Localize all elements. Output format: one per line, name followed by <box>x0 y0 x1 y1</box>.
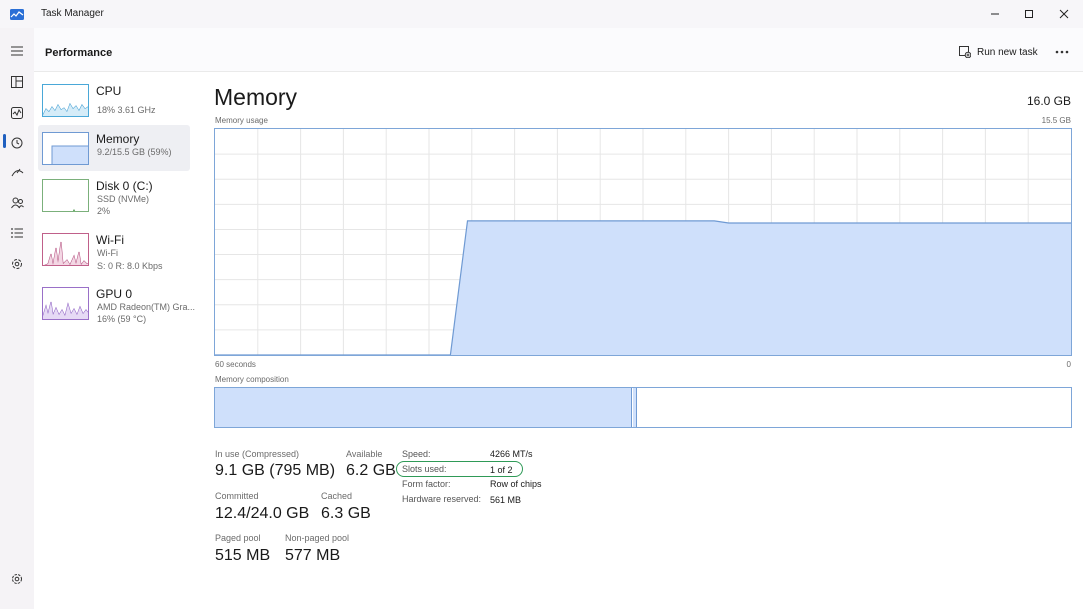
time-axis-start: 60 seconds <box>215 360 256 369</box>
users-icon <box>10 197 24 209</box>
more-options-button[interactable] <box>1051 42 1073 62</box>
maximize-button[interactable] <box>1012 0 1046 28</box>
device-name: CPU <box>96 84 122 98</box>
minimize-button[interactable] <box>978 0 1012 28</box>
memory-usage-chart <box>214 128 1072 356</box>
disk-thumbnail <box>42 179 89 212</box>
run-new-task-button[interactable]: Run new task <box>959 44 1038 60</box>
cached-value: 6.3 GB <box>321 505 371 522</box>
form-factor-label: Form factor: <box>402 479 451 489</box>
memory-composition-bar <box>214 387 1072 428</box>
composition-in-use <box>215 388 632 427</box>
settings-icon <box>12 574 22 584</box>
memory-composition-label: Memory composition <box>215 375 289 384</box>
device-list: CPU 18% 3.61 GHz Memory 9.2/15.5 GB (59%… <box>34 72 195 609</box>
main-title: Memory <box>214 84 298 110</box>
device-stat: AMD Radeon(TM) Gra... <box>97 302 196 312</box>
app-history-icon <box>11 137 23 149</box>
device-stat: 9.2/15.5 GB (59%) <box>97 147 172 157</box>
device-item-wifi[interactable]: Wi-Fi Wi-Fi S: 0 R: 8.0 Kbps <box>38 226 190 272</box>
memory-usage-label: Memory usage <box>215 116 268 125</box>
page-title: Performance <box>45 47 113 59</box>
paged-pool-label: Paged pool <box>215 533 261 543</box>
device-name: Disk 0 (C:) <box>96 179 153 193</box>
rail-item-processes[interactable] <box>0 68 34 96</box>
in-use-value: 9.1 GB (795 MB) <box>215 462 336 479</box>
non-paged-pool-value: 577 MB <box>285 547 341 564</box>
cpu-thumbnail <box>42 84 89 117</box>
close-icon <box>1059 9 1069 19</box>
slots-used-label: Slots used: <box>402 464 447 474</box>
device-name: Memory <box>96 132 140 146</box>
device-stat: 16% (59 °C) <box>97 314 147 324</box>
committed-value: 12.4/24.0 GB <box>215 505 310 522</box>
device-name: Wi-Fi <box>96 233 124 247</box>
composition-modified <box>633 388 637 427</box>
rail-item-startup-apps[interactable] <box>0 159 34 187</box>
in-use-label: In use (Compressed) <box>215 449 300 459</box>
rail-item-users[interactable] <box>0 189 34 217</box>
committed-label: Committed <box>215 491 259 501</box>
startup-apps-icon <box>11 168 23 177</box>
available-value: 6.2 GB <box>346 462 396 479</box>
memory-thumbnail <box>42 132 89 165</box>
rail-item-details[interactable] <box>0 219 34 247</box>
time-axis-end: 0 <box>1066 360 1071 369</box>
available-label: Available <box>346 449 383 459</box>
title-bar: Task Manager <box>0 0 1083 28</box>
hardware-reserved-value: 561 MB <box>490 495 522 505</box>
hardware-reserved-label: Hardware reserved: <box>402 494 482 504</box>
memory-usage-max: 15.5 GB <box>1041 116 1071 125</box>
total-memory: 16.0 GB <box>1026 94 1071 108</box>
device-stat: 18% 3.61 GHz <box>97 105 156 115</box>
speed-value: 4266 MT/s <box>490 449 533 459</box>
device-item-disk[interactable]: Disk 0 (C:) SSD (NVMe) 2% <box>38 172 190 218</box>
hamburger-menu-icon <box>11 46 23 56</box>
hamburger-menu-button[interactable] <box>0 37 34 65</box>
more-options-icon <box>1055 50 1069 54</box>
device-name: GPU 0 <box>96 287 133 301</box>
device-stat: Wi-Fi <box>97 248 118 258</box>
form-factor-value: Row of chips <box>490 479 542 489</box>
minimize-icon <box>991 13 999 15</box>
page-header: Performance Run new task <box>34 28 1083 72</box>
rail-item-app-history[interactable] <box>0 129 34 157</box>
device-stat: 2% <box>97 206 111 216</box>
cached-label: Cached <box>321 491 353 501</box>
slots-used-value: 1 of 2 <box>490 465 513 475</box>
speed-label: Speed: <box>402 449 431 459</box>
non-paged-pool-label: Non-paged pool <box>285 533 350 543</box>
processes-icon <box>11 76 23 88</box>
device-item-memory[interactable]: Memory 9.2/15.5 GB (59%) <box>38 125 190 171</box>
rail-item-services[interactable] <box>0 250 34 278</box>
app-icon <box>10 7 24 20</box>
paged-pool-value: 515 MB <box>215 547 271 564</box>
rail-item-performance[interactable] <box>0 99 34 127</box>
performance-icon <box>11 107 23 119</box>
maximize-icon <box>1025 10 1033 18</box>
memory-usage-svg <box>215 129 1071 355</box>
window-title: Task Manager <box>41 8 104 19</box>
gpu-thumbnail <box>42 287 89 320</box>
navigation-rail <box>0 28 34 609</box>
close-button[interactable] <box>1047 0 1081 28</box>
rail-item-settings[interactable] <box>0 565 34 593</box>
run-new-task-label: Run new task <box>977 46 1038 58</box>
device-item-cpu[interactable]: CPU 18% 3.61 GHz <box>38 77 190 123</box>
device-stat: S: 0 R: 8.0 Kbps <box>97 261 163 271</box>
services-icon <box>12 259 22 269</box>
run-new-task-icon <box>959 46 971 58</box>
device-item-gpu[interactable]: GPU 0 AMD Radeon(TM) Gra... 16% (59 °C) <box>38 280 195 326</box>
wifi-thumbnail <box>42 233 89 266</box>
device-stat: SSD (NVMe) <box>97 194 150 204</box>
details-icon <box>11 228 23 238</box>
